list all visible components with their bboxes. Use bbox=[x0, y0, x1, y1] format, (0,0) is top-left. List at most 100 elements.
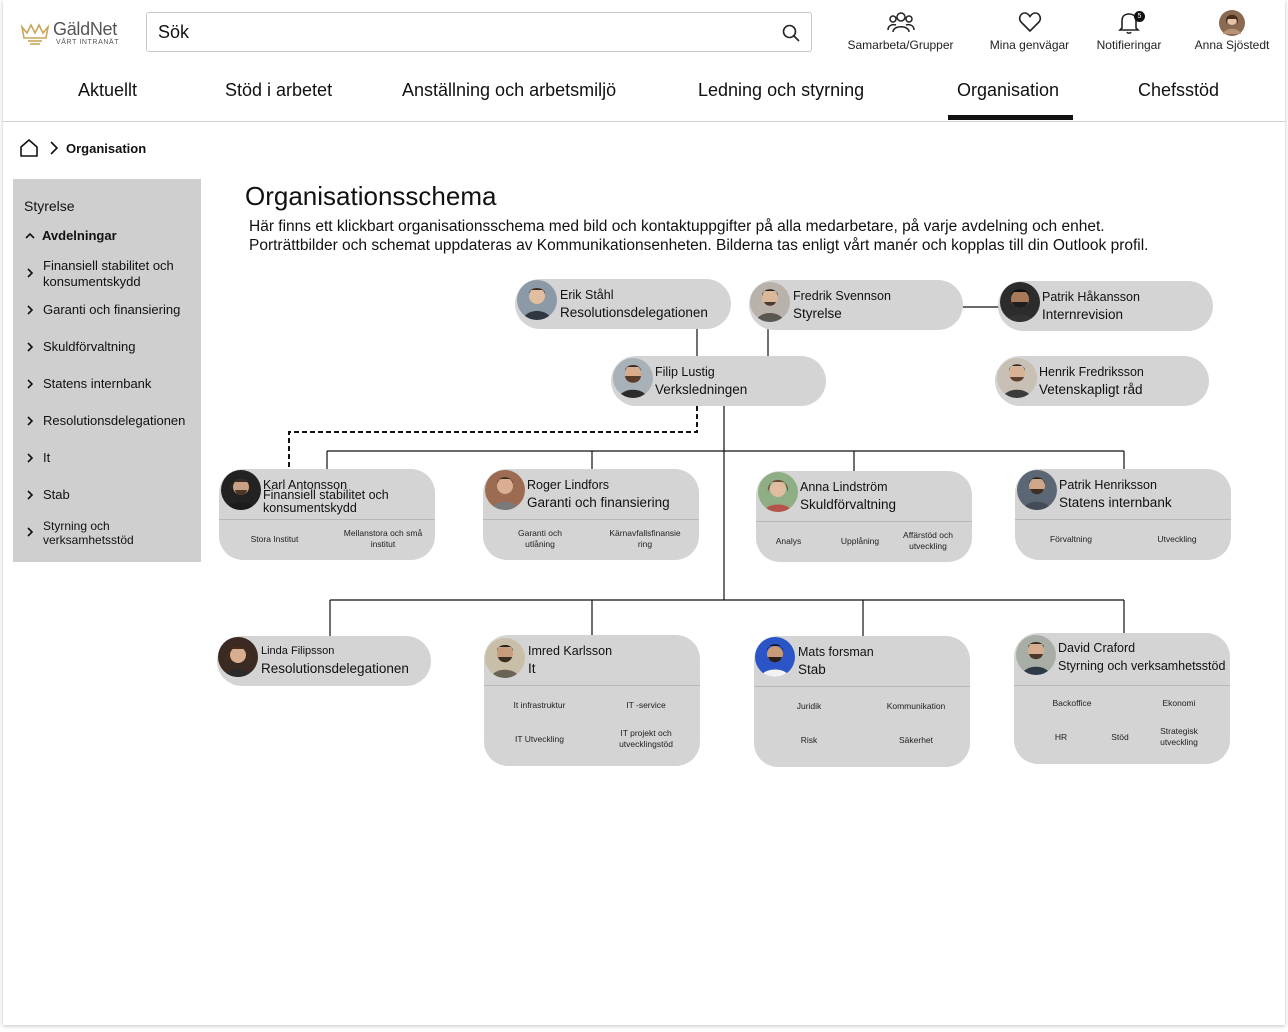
description-line-2: Porträttbilder och schemat uppdateras av… bbox=[249, 237, 1149, 254]
unit-hr[interactable]: HR bbox=[1044, 732, 1078, 743]
person-name: Erik Ståhl bbox=[560, 288, 614, 302]
search-box bbox=[146, 12, 812, 52]
person-name: Patrik Håkansson bbox=[1042, 290, 1140, 304]
unit-karnavfallsfinansiering[interactable]: Kärnavfallsfinansiering bbox=[608, 528, 682, 550]
logo-subtitle: VÅRT INTRANÄT bbox=[56, 39, 120, 46]
sidebar-item-it[interactable]: It bbox=[43, 450, 50, 466]
sidebar-item-styrning[interactable]: Styrning och verksamhetsstöd bbox=[43, 519, 153, 547]
person-role: Finansiell stabilitet och konsumentskydd bbox=[263, 488, 389, 515]
person-role: It bbox=[528, 661, 536, 676]
search-icon[interactable] bbox=[781, 23, 801, 43]
unit-upplaning[interactable]: Upplåning bbox=[832, 536, 888, 547]
person-role: Skuldförvaltning bbox=[800, 497, 897, 512]
unit-garanti-utlaning[interactable]: Garanti och utlåning bbox=[505, 528, 575, 550]
person-name: David Craford bbox=[1058, 641, 1136, 655]
card-divider bbox=[756, 521, 972, 522]
unit-affarstod[interactable]: Affärstöd och utveckling bbox=[894, 530, 962, 552]
org-card-fredrik-svennson[interactable]: Fredrik Svennson Styrelse bbox=[749, 280, 963, 330]
unit-it-infrastruktur[interactable]: It infrastruktur bbox=[502, 700, 577, 711]
card-divider bbox=[484, 685, 700, 686]
unit-utveckling[interactable]: Utveckling bbox=[1145, 534, 1209, 545]
app-window: GäldNet VÅRT INTRANÄT Samarbeta/Grupper … bbox=[3, 0, 1285, 1025]
unit-mellanstora-sma[interactable]: Mellanstora och små institut bbox=[343, 528, 423, 550]
org-card-patrik-henriksson[interactable]: Patrik Henriksson Statens internbank För… bbox=[1015, 469, 1231, 560]
card-divider bbox=[754, 686, 970, 687]
nav-chefsstod[interactable]: Chefsstöd bbox=[1138, 80, 1219, 101]
unit-stod[interactable]: Stöd bbox=[1102, 732, 1138, 743]
unit-it-projekt[interactable]: IT projekt och utvecklingstöd bbox=[606, 728, 686, 750]
unit-ekonomi[interactable]: Ekonomi bbox=[1148, 698, 1210, 709]
nav-anstallning[interactable]: Anställning och arbetsmiljö bbox=[402, 80, 616, 101]
org-card-karl-antonsson[interactable]: Karl Antonsson Finansiell stabilitet och… bbox=[219, 469, 435, 560]
org-card-mats-forsman[interactable]: Mats forsman Stab Juridik Kommunikation … bbox=[754, 636, 970, 767]
org-card-david-craford[interactable]: David Craford Styrning och verksamhetsst… bbox=[1014, 633, 1230, 764]
card-divider bbox=[483, 519, 699, 520]
unit-analys[interactable]: Analys bbox=[766, 536, 811, 547]
notifications-label: Notifieringar bbox=[1096, 38, 1162, 52]
org-card-anna-lindstrom[interactable]: Anna Lindström Skuldförvaltning Analys U… bbox=[756, 471, 972, 562]
nav-active-indicator bbox=[948, 115, 1073, 120]
org-card-roger-lindfors[interactable]: Roger Lindfors Garanti och finansiering … bbox=[483, 469, 699, 560]
unit-backoffice[interactable]: Backoffice bbox=[1042, 698, 1102, 709]
person-role: Stab bbox=[798, 662, 826, 677]
user-profile-button[interactable]: Anna Sjöstedt bbox=[1192, 8, 1272, 54]
notifications-button[interactable]: 5 Notifieringar bbox=[1093, 8, 1165, 54]
sidebar-item-skuldforvaltning[interactable]: Skuldförvaltning bbox=[43, 339, 136, 355]
search-input[interactable] bbox=[148, 14, 768, 50]
unit-it-utveckling[interactable]: IT Utveckling bbox=[502, 734, 577, 745]
person-name: Linda Filipsson bbox=[261, 645, 335, 657]
nav-organisation[interactable]: Organisation bbox=[957, 80, 1059, 101]
person-role: Resolutionsdelegationen bbox=[261, 661, 409, 676]
sidebar: Styrelse Avdelningar Finansiell stabilit… bbox=[13, 179, 201, 562]
person-name: Henrik Fredriksson bbox=[1039, 365, 1144, 379]
person-avatar bbox=[1016, 635, 1056, 675]
person-role: Verksledningen bbox=[655, 382, 748, 397]
heart-icon bbox=[1018, 12, 1041, 33]
unit-stora-institut[interactable]: Stora Institut bbox=[237, 534, 312, 545]
org-card-henrik-fredriksson[interactable]: Henrik Fredriksson Vetenskapligt råd bbox=[995, 356, 1209, 406]
org-card-filip-lustig[interactable]: Filip Lustig Verksledningen bbox=[611, 356, 826, 406]
sidebar-item-resolution[interactable]: Resolutionsdelegationen bbox=[43, 413, 185, 429]
card-divider bbox=[1014, 685, 1230, 686]
chevron-right-icon bbox=[50, 141, 59, 155]
logo-name: GäldNet bbox=[53, 19, 117, 39]
sidebar-item-stab[interactable]: Stab bbox=[43, 487, 70, 503]
org-card-imred-karlsson[interactable]: Imred Karlsson It It infrastruktur IT -s… bbox=[484, 635, 700, 766]
sidebar-item-garanti[interactable]: Garanti och finansiering bbox=[43, 302, 180, 318]
sidebar-item-styrelse[interactable]: Styrelse bbox=[24, 198, 75, 214]
sidebar-item-internbank[interactable]: Statens internbank bbox=[43, 376, 151, 392]
logo[interactable]: GäldNet VÅRT INTRANÄT bbox=[20, 16, 130, 50]
chevron-right-icon bbox=[27, 268, 34, 278]
chevron-right-icon bbox=[27, 379, 34, 389]
nav-aktuellt[interactable]: Aktuellt bbox=[78, 80, 137, 101]
nav-ledning[interactable]: Ledning och styrning bbox=[698, 80, 864, 101]
unit-juridik[interactable]: Juridik bbox=[784, 701, 834, 712]
user-name: Anna Sjöstedt bbox=[1194, 38, 1270, 52]
home-icon[interactable] bbox=[19, 138, 39, 158]
org-card-linda-filipsson[interactable]: Linda Filipsson Resolutionsdelegationen bbox=[217, 636, 431, 686]
sidebar-section-avdelningar[interactable]: Avdelningar bbox=[42, 228, 117, 244]
unit-kommunikation[interactable]: Kommunikation bbox=[876, 701, 956, 712]
collaborate-groups-button[interactable]: Samarbeta/Grupper bbox=[843, 8, 958, 54]
person-name: Patrik Henriksson bbox=[1059, 478, 1157, 492]
person-avatar bbox=[613, 358, 653, 398]
person-role: Vetenskapligt råd bbox=[1039, 382, 1143, 397]
breadcrumb-current: Organisation bbox=[66, 141, 147, 156]
chevron-right-icon bbox=[27, 527, 34, 537]
unit-forvaltning[interactable]: Förvaltning bbox=[1035, 534, 1107, 545]
person-name: Imred Karlsson bbox=[528, 644, 613, 658]
person-role: Garanti och finansiering bbox=[527, 495, 670, 510]
shortcuts-button[interactable]: Mina genvägar bbox=[987, 8, 1072, 54]
person-name: Fredrik Svennson bbox=[793, 289, 891, 303]
page-title: Organisationsschema bbox=[245, 181, 497, 211]
org-card-erik-stahl[interactable]: Erik Ståhl Resolutionsdelegationen bbox=[515, 279, 731, 329]
unit-sakerhet[interactable]: Säkerhet bbox=[884, 735, 948, 746]
unit-risk[interactable]: Risk bbox=[784, 735, 834, 746]
nav-stod-i-arbetet[interactable]: Stöd i arbetet bbox=[225, 80, 332, 101]
unit-it-service[interactable]: IT -service bbox=[612, 700, 680, 711]
unit-strategisk-utveckling[interactable]: Strategisk utveckling bbox=[1149, 726, 1209, 748]
chevron-right-icon bbox=[27, 453, 34, 463]
org-card-patrik-hakansson[interactable]: Patrik Håkansson Internrevision bbox=[998, 281, 1213, 331]
person-avatar bbox=[755, 637, 795, 677]
sidebar-item-finansiell[interactable]: Finansiell stabilitet och konsumentskydd bbox=[43, 258, 193, 290]
